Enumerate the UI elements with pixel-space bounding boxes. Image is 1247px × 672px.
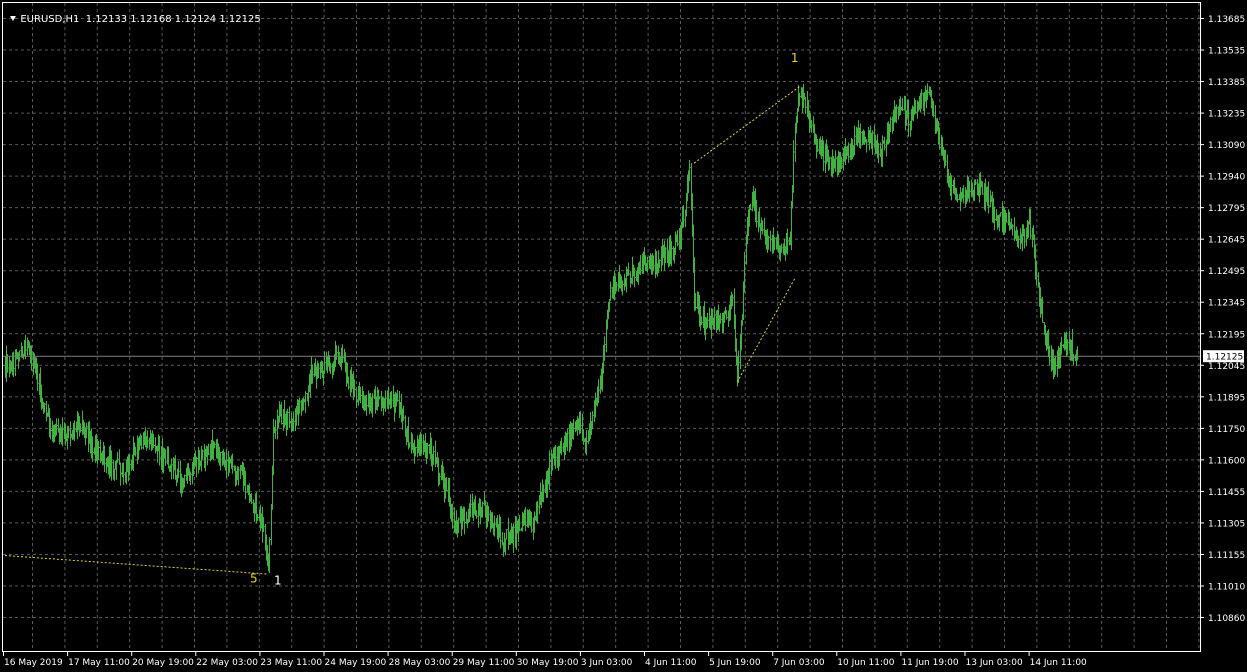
wave-label: 5 <box>250 571 258 585</box>
chart-header: EURUSD,H1 1.12133 1.12168 1.12124 1.1212… <box>4 3 261 25</box>
y-tick-label: 1.11305 <box>1208 519 1245 529</box>
wave-label: 1 <box>274 573 282 587</box>
dropdown-triangle-icon[interactable] <box>10 16 17 21</box>
y-tick-label: 1.10860 <box>1208 614 1245 624</box>
x-tick-label: 14 Jun 11:00 <box>1030 658 1087 668</box>
x-tick-label: 30 May 19:00 <box>517 658 579 668</box>
y-tick-label: 1.12195 <box>1208 330 1245 340</box>
y-tick-label: 1.13685 <box>1208 15 1245 25</box>
current-price-label: 1.12125 <box>1206 353 1243 363</box>
y-tick-label: 1.13535 <box>1208 47 1245 57</box>
y-tick-label: 1.12345 <box>1208 299 1245 309</box>
y-tick-label: 1.12045 <box>1208 362 1245 372</box>
chart-background <box>0 0 1247 672</box>
y-tick-label: 1.12495 <box>1208 267 1245 277</box>
x-tick-label: 7 Jun 03:00 <box>773 658 825 668</box>
ohlc-values: 1.12133 1.12168 1.12124 1.12125 <box>85 14 261 25</box>
x-tick-label: 20 May 19:00 <box>132 658 194 668</box>
y-tick-label: 1.12795 <box>1208 204 1245 214</box>
x-tick-label: 16 May 2019 <box>4 658 63 668</box>
y-tick-label: 1.11010 <box>1208 582 1245 592</box>
x-tick-label: 5 Jun 19:00 <box>709 658 761 668</box>
price-chart[interactable]: 1 5 1 1.13685 1.13535 1.13385 1.13235 1.13090 1.… <box>0 0 1247 672</box>
y-tick-label: 1.11600 <box>1208 456 1245 466</box>
x-tick-label: 22 May 03:00 <box>196 658 258 668</box>
x-tick-label: 10 Jun 11:00 <box>837 658 894 668</box>
y-tick-label: 1.12940 <box>1208 173 1245 183</box>
x-tick-label: 23 May 11:00 <box>260 658 322 668</box>
y-tick-label: 1.13385 <box>1208 78 1245 88</box>
x-tick-label: 24 May 19:00 <box>325 658 387 668</box>
x-tick-label: 3 Jun 03:00 <box>581 658 633 668</box>
y-tick-label: 1.11895 <box>1208 393 1245 403</box>
x-tick-label: 11 Jun 19:00 <box>901 658 958 668</box>
y-tick-label: 1.11155 <box>1208 551 1245 561</box>
symbol-label: EURUSD,H1 <box>20 14 80 25</box>
y-tick-label: 1.11750 <box>1208 425 1245 435</box>
wave-label: 1 <box>791 51 799 65</box>
x-tick-label: 28 May 03:00 <box>389 658 451 668</box>
y-tick-label: 1.12645 <box>1208 236 1245 246</box>
x-tick-label: 17 May 11:00 <box>68 658 130 668</box>
x-tick-label: 13 Jun 03:00 <box>966 658 1023 668</box>
y-tick-label: 1.11455 <box>1208 488 1245 498</box>
x-tick-label: 4 Jun 11:00 <box>645 658 697 668</box>
x-tick-label: 29 May 11:00 <box>453 658 515 668</box>
y-tick-label: 1.13235 <box>1208 110 1245 120</box>
y-tick-label: 1.13090 <box>1208 141 1245 151</box>
